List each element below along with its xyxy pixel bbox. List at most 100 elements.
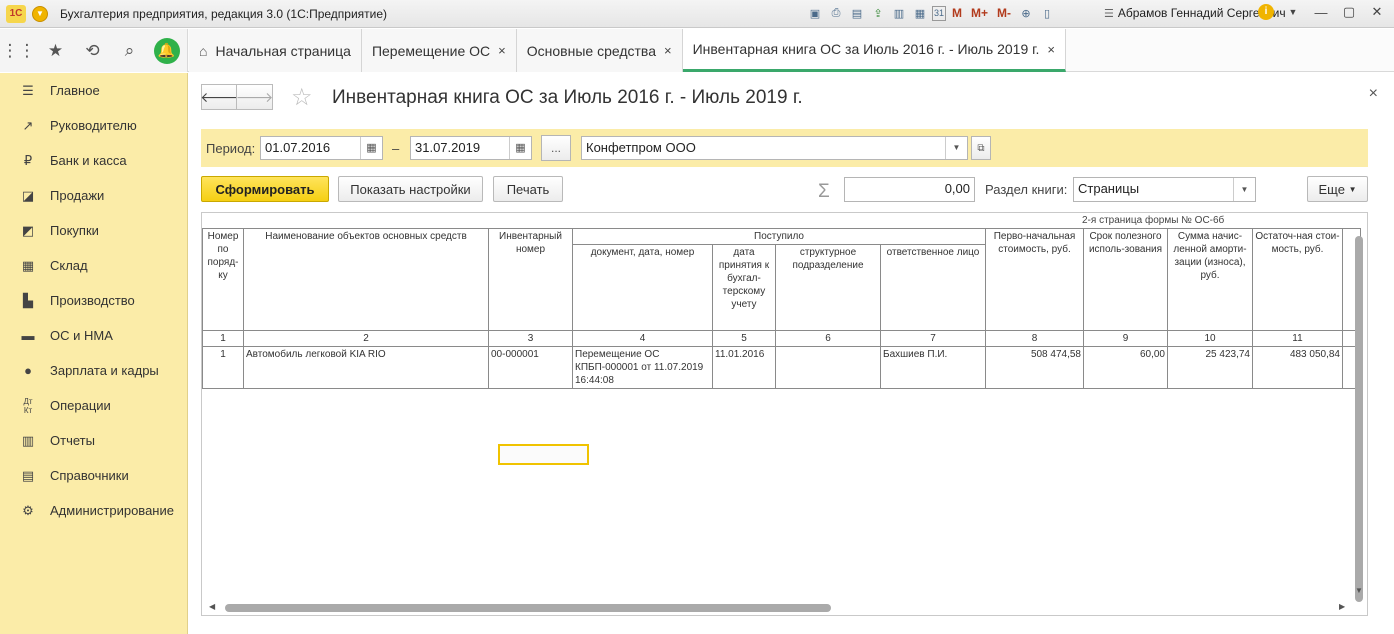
show-settings-button[interactable]: Показать настройки: [338, 176, 483, 202]
cell-initial-cost[interactable]: 508 474,58: [985, 346, 1084, 389]
sidebar-item-bank[interactable]: ₽ Банк и касса: [0, 143, 187, 178]
memory-button-m-minus[interactable]: M-: [994, 6, 1014, 20]
memory-button-m-plus[interactable]: M+: [968, 6, 991, 20]
header-division: структурное подразделение: [775, 244, 881, 331]
save-icon[interactable]: ▣: [806, 4, 824, 22]
chart-icon: ▥: [21, 432, 35, 448]
cell-useful-life[interactable]: 60,00: [1083, 346, 1168, 389]
upload-icon[interactable]: ⇪: [869, 4, 887, 22]
selected-cell[interactable]: [498, 444, 589, 465]
print-icon[interactable]: ⎙: [827, 4, 845, 22]
book-section-select[interactable]: Страницы ▼: [1073, 177, 1256, 202]
header-initial-cost: Перво-начальная стоимость, руб.: [985, 228, 1084, 331]
vertical-scrollbar[interactable]: [1355, 236, 1363, 602]
close-tab-icon[interactable]: ×: [664, 43, 672, 58]
main-menu-button[interactable]: ▼: [32, 5, 48, 22]
chevron-down-icon[interactable]: ▼: [945, 137, 967, 159]
date-to-field[interactable]: 31.07.2019 ▦: [410, 136, 532, 160]
sidebar-item-label: Продажи: [50, 188, 105, 203]
calendar-icon[interactable]: ▦: [360, 137, 382, 159]
column-number: 7: [880, 330, 986, 347]
notifications-button[interactable]: 🔔: [148, 29, 185, 72]
window-title: Бухгалтерия предприятия, редакция 3.0 (1…: [60, 6, 388, 21]
organization-field[interactable]: Конфетпром ООО ▼: [581, 136, 968, 160]
sidebar-item-label: ОС и НМА: [50, 328, 113, 343]
date-from-field[interactable]: 01.07.2016 ▦: [260, 136, 383, 160]
operations-icon: Дт Кт: [23, 396, 33, 415]
scroll-right-icon[interactable]: ▶: [1339, 602, 1345, 611]
memory-button-m[interactable]: M: [949, 6, 965, 20]
chevron-down-icon[interactable]: ▼: [1233, 178, 1255, 201]
sidebar-item-catalogs[interactable]: ▤ Справочники: [0, 458, 187, 493]
generate-button[interactable]: Сформировать: [201, 176, 329, 202]
close-window-icon[interactable]: ✕: [1368, 4, 1386, 20]
more-menu-button[interactable]: Еще ▼: [1307, 176, 1368, 202]
sum-field[interactable]: 0,00: [844, 177, 975, 202]
tab-home[interactable]: ⌂ Начальная страница: [189, 29, 362, 72]
sidebar-item-manager[interactable]: ↗ Руководителю: [0, 108, 187, 143]
sum-value: 0,00: [944, 181, 970, 196]
report-spreadsheet[interactable]: 2-я страница формы № ОС-6б Номер по поря…: [201, 212, 1368, 616]
close-tab-icon[interactable]: ×: [1047, 42, 1055, 57]
back-button[interactable]: 🡐: [200, 84, 238, 110]
home-icon: ⌂: [199, 42, 208, 59]
preview-icon[interactable]: ▤: [848, 4, 866, 22]
print-button[interactable]: Печать: [493, 176, 563, 202]
sidebar-item-warehouse[interactable]: ▦ Склад: [0, 248, 187, 283]
header-useful-life: Срок полезного исполь-зования: [1083, 228, 1168, 331]
panels-icon[interactable]: ▯: [1038, 4, 1056, 22]
sidebar-item-label: Склад: [50, 258, 88, 273]
forward-button[interactable]: 🡒: [236, 84, 273, 110]
sidebar-item-label: Банк и касса: [50, 153, 127, 168]
period-select-button[interactable]: ...: [541, 135, 571, 161]
table-icon[interactable]: ▦: [911, 4, 929, 22]
sidebar-item-label: Отчеты: [50, 433, 95, 448]
tab-inventory-book[interactable]: Инвентарная книга ОС за Июль 2016 г. - И…: [682, 29, 1067, 72]
attach-icon[interactable]: ▥: [890, 4, 908, 22]
close-form-icon[interactable]: ×: [1369, 85, 1378, 103]
close-tab-icon[interactable]: ×: [498, 43, 506, 58]
favorites-star-icon[interactable]: ★: [37, 29, 74, 72]
zoom-icon[interactable]: ⊕: [1017, 4, 1035, 22]
tab-fixed-assets[interactable]: Основные средства ×: [516, 29, 683, 72]
cell-name[interactable]: Автомобиль легковой KIA RIO: [243, 346, 489, 389]
sidebar-item-main[interactable]: ☰ Главное: [0, 73, 187, 108]
table-row[interactable]: 1 Автомобиль легковой KIA RIO 00-000001 …: [202, 346, 1361, 389]
sidebar-item-operations[interactable]: Дт Кт Операции: [0, 388, 187, 423]
tab-asset-transfer[interactable]: Перемещение ОС ×: [361, 29, 517, 72]
search-icon[interactable]: ⌕: [111, 29, 148, 72]
cell-person[interactable]: Бахшиев П.И.: [880, 346, 986, 389]
info-icon[interactable]: i: [1258, 4, 1274, 20]
gear-icon: ⚙: [22, 502, 34, 518]
maximize-icon[interactable]: ▢: [1340, 4, 1358, 20]
minimize-icon[interactable]: —: [1312, 5, 1330, 20]
open-organization-button[interactable]: ⧉: [971, 136, 991, 160]
sidebar-item-fixed-assets[interactable]: ▬ ОС и НМА: [0, 318, 187, 353]
scroll-down-icon[interactable]: ▼: [1355, 586, 1363, 595]
cell-depreciation[interactable]: 25 423,74: [1167, 346, 1253, 389]
column-number: 3: [488, 330, 573, 347]
cell-date-acc[interactable]: 11.01.2016: [712, 346, 776, 389]
sidebar-item-label: Руководителю: [50, 118, 137, 133]
sidebar-item-admin[interactable]: ⚙ Администрирование: [0, 493, 187, 528]
cell-inv[interactable]: 00-000001: [488, 346, 573, 389]
scroll-left-icon[interactable]: ◀: [209, 602, 215, 611]
horizontal-scrollbar[interactable]: [225, 604, 831, 612]
favorite-star-icon[interactable]: ☆: [291, 83, 313, 112]
sidebar-item-reports[interactable]: ▥ Отчеты: [0, 423, 187, 458]
dropdown-icon[interactable]: ▼: [1284, 7, 1302, 17]
header-person: ответственное лицо: [880, 244, 986, 331]
sidebar-item-purchases[interactable]: ◩ Покупки: [0, 213, 187, 248]
apps-grid-icon[interactable]: ⋮⋮: [0, 29, 37, 72]
sidebar-item-production[interactable]: ▙ Производство: [0, 283, 187, 318]
cell-division[interactable]: [775, 346, 881, 389]
calendar-icon[interactable]: 31: [932, 5, 946, 21]
calendar-icon[interactable]: ▦: [509, 137, 531, 159]
user-icon: ☰: [1104, 7, 1114, 20]
cell-doc[interactable]: Перемещение ОС КПБП-000001 от 11.07.2019…: [572, 346, 713, 389]
history-icon[interactable]: ⟲: [74, 29, 111, 72]
cell-num[interactable]: 1: [202, 346, 244, 389]
sidebar-item-sales[interactable]: ◪ Продажи: [0, 178, 187, 213]
cell-residual[interactable]: 483 050,84: [1252, 346, 1343, 389]
sidebar-item-salary[interactable]: ● Зарплата и кадры: [0, 353, 187, 388]
